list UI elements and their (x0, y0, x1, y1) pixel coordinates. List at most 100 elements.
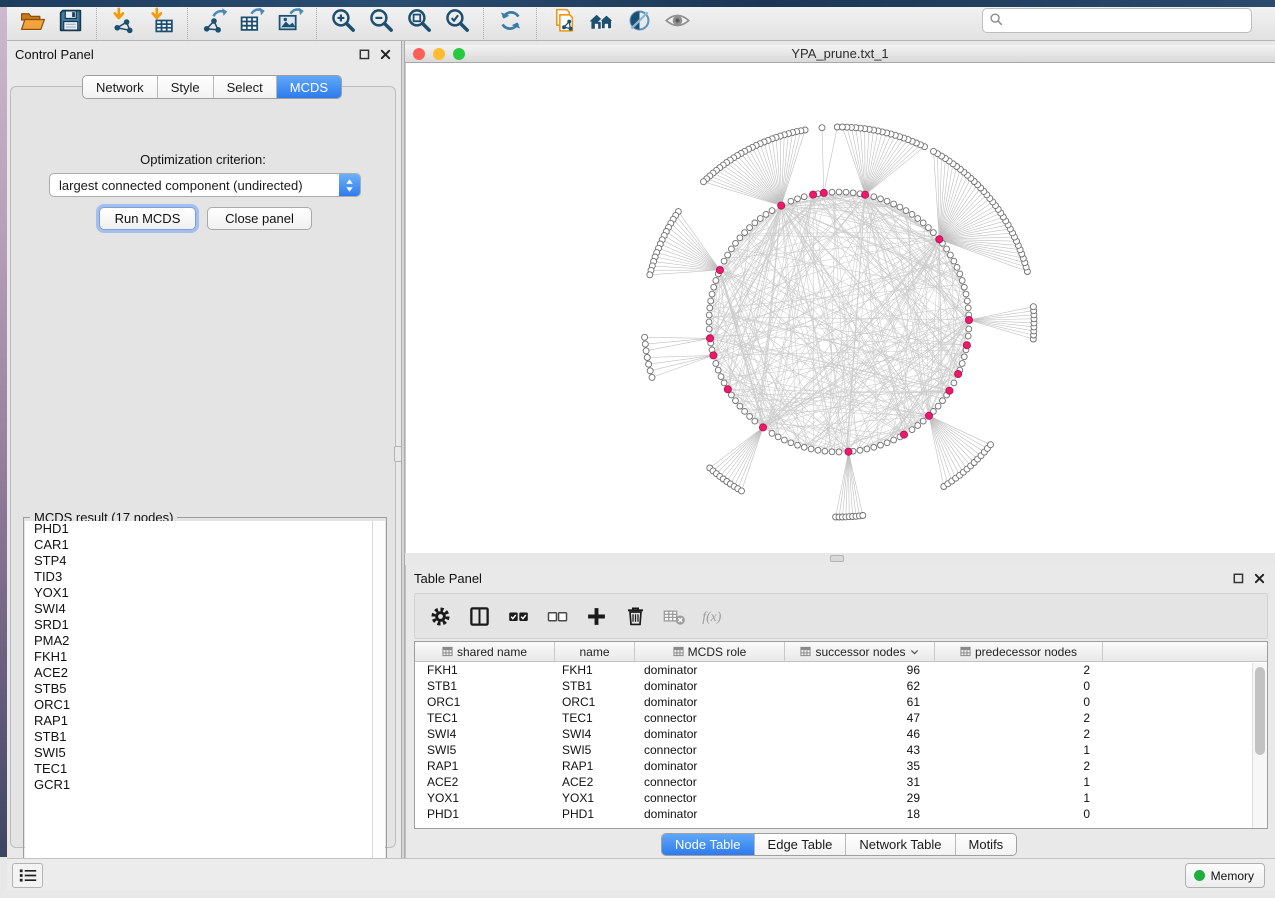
table-row[interactable]: RAP1RAP1dominator352 (415, 758, 1267, 774)
mcds-result-item[interactable]: TID3 (25, 569, 374, 585)
refresh-icon[interactable] (491, 4, 529, 36)
import-network-icon[interactable] (104, 4, 142, 36)
mcds-result-item[interactable]: STB1 (25, 729, 374, 745)
table-cell: ORC1 (555, 694, 635, 710)
desktop-wallpaper-left (0, 0, 7, 857)
mcds-result-item[interactable]: RAP1 (25, 713, 374, 729)
table-cell: connector (635, 742, 785, 758)
table-panel-header: Table Panel (406, 565, 1275, 591)
tab-edge-table[interactable]: Edge Table (755, 834, 847, 855)
table-settings-icon[interactable] (427, 603, 453, 629)
vertical-splitter-grabber[interactable] (394, 446, 402, 462)
mcds-result-item[interactable]: STB5 (25, 681, 374, 697)
table-panel-tabs: Node TableEdge TableNetwork TableMotifs (661, 833, 1017, 856)
import-table-icon[interactable] (142, 4, 180, 36)
mcds-result-item[interactable]: PHD1 (25, 521, 374, 537)
zoom-fit-icon[interactable] (400, 4, 438, 36)
close-panel-icon[interactable] (1252, 571, 1267, 585)
table-cell: SWI5 (555, 742, 635, 758)
tab-style[interactable]: Style (158, 76, 214, 98)
zoom-in-icon[interactable] (324, 4, 362, 36)
tab-network[interactable]: Network (83, 76, 158, 98)
network-canvas[interactable] (405, 63, 1275, 553)
clone-network-icon[interactable] (544, 4, 582, 36)
mcds-result-item[interactable]: ORC1 (25, 697, 374, 713)
mcds-result-item[interactable]: CAR1 (25, 537, 374, 553)
mcds-result-item[interactable]: FKH1 (25, 649, 374, 665)
table-scrollbar-thumb[interactable] (1255, 667, 1265, 755)
column-header-MCDS-role[interactable]: MCDS role (635, 642, 785, 661)
float-panel-icon[interactable] (1231, 571, 1246, 585)
column-header-predecessor-nodes[interactable]: predecessor nodes (935, 642, 1103, 661)
network-graph[interactable] (406, 63, 1275, 553)
mcds-result-item[interactable]: YOX1 (25, 585, 374, 601)
table-row[interactable]: SWI5SWI5connector431 (415, 742, 1267, 758)
table-row[interactable]: ORC1ORC1dominator610 (415, 694, 1267, 710)
column-header-shared-name[interactable]: shared name (415, 642, 555, 661)
tab-network-table[interactable]: Network Table (846, 834, 955, 855)
zoom-selected-icon[interactable] (438, 4, 476, 36)
search-box[interactable] (982, 8, 1252, 33)
mcds-result-item[interactable]: SWI5 (25, 745, 374, 761)
column-header-label: name (579, 645, 609, 659)
mcds-result-item[interactable]: SWI4 (25, 601, 374, 617)
table-scrollbar[interactable] (1252, 663, 1267, 829)
table-cell: 62 (785, 678, 935, 694)
tab-select[interactable]: Select (214, 76, 277, 98)
shared-column-icon (960, 646, 971, 657)
mcds-result-scrollbar[interactable] (372, 521, 385, 876)
mcds-result-item[interactable]: STP4 (25, 553, 374, 569)
table-toolbar: f(x) (414, 593, 1268, 639)
float-panel-icon[interactable] (357, 47, 372, 61)
shared-column-icon (800, 646, 811, 657)
deselect-all-icon[interactable] (544, 603, 570, 629)
table-row[interactable]: STB1STB1dominator620 (415, 678, 1267, 694)
table-cell: SWI4 (415, 726, 555, 742)
add-column-icon[interactable] (583, 603, 609, 629)
show-hide-panel-icon[interactable] (658, 4, 696, 36)
tab-node-table[interactable]: Node Table (662, 834, 755, 855)
table-cell: 2 (935, 758, 1103, 774)
desktop-wallpaper-bottom (0, 0, 1275, 7)
mcds-result-item[interactable]: TEC1 (25, 761, 374, 777)
criterion-value: largest connected component (undirected) (50, 178, 339, 193)
save-session-icon[interactable] (51, 4, 89, 36)
export-table-icon[interactable] (233, 4, 271, 36)
show-columns-icon[interactable] (466, 603, 492, 629)
close-panel-icon[interactable] (378, 47, 393, 61)
table-row[interactable]: FKH1FKH1dominator962 (415, 662, 1267, 678)
mcds-result-item[interactable]: GCR1 (25, 777, 374, 793)
search-input[interactable] (1004, 10, 1245, 31)
table-cell: 43 (785, 742, 935, 758)
tab-motifs[interactable]: Motifs (956, 834, 1017, 855)
mcds-result-item[interactable]: ACE2 (25, 665, 374, 681)
memory-button[interactable]: Memory (1185, 863, 1265, 888)
delete-column-icon[interactable] (622, 603, 648, 629)
table-panel-title: Table Panel (414, 571, 482, 586)
horizontal-splitter-grabber[interactable] (830, 555, 844, 562)
close-panel-button[interactable]: Close panel (207, 207, 312, 230)
table-row[interactable]: TEC1TEC1connector472 (415, 710, 1267, 726)
task-history-button[interactable] (12, 863, 43, 888)
column-header-successor-nodes[interactable]: successor nodes (785, 642, 935, 661)
first-neighbors-icon[interactable] (582, 4, 620, 36)
table-row[interactable]: PHD1PHD1dominator180 (415, 806, 1267, 822)
run-mcds-button[interactable]: Run MCDS (99, 207, 196, 230)
mcds-result-item[interactable]: PMA2 (25, 633, 374, 649)
mcds-result-item[interactable]: SRD1 (25, 617, 374, 633)
column-header-name[interactable]: name (555, 642, 635, 661)
table-cell: 96 (785, 662, 935, 678)
criterion-dropdown[interactable]: largest connected component (undirected) (49, 173, 361, 197)
export-image-icon[interactable] (271, 4, 309, 36)
table-row[interactable]: ACE2ACE2connector311 (415, 774, 1267, 790)
table-row[interactable]: SWI4SWI4dominator462 (415, 726, 1267, 742)
toggle-graphics-details-icon[interactable] (620, 4, 658, 36)
table-cell: YOX1 (415, 790, 555, 806)
select-all-icon[interactable] (505, 603, 531, 629)
tab-mcds[interactable]: MCDS (277, 76, 341, 98)
open-file-icon[interactable] (13, 4, 51, 36)
table-row[interactable]: YOX1YOX1connector291 (415, 790, 1267, 806)
mcds-tab-content: NetworkStyleSelectMCDS Optimization crit… (10, 86, 396, 848)
export-network-icon[interactable] (195, 4, 233, 36)
zoom-out-icon[interactable] (362, 4, 400, 36)
